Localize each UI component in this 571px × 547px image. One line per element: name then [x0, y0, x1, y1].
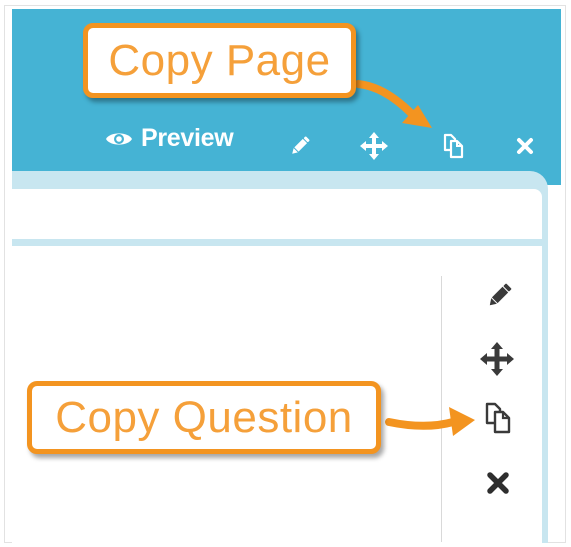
move-icon[interactable]: [360, 132, 388, 160]
move-icon[interactable]: [480, 342, 514, 376]
pencil-icon[interactable]: [484, 281, 514, 311]
copy-page-callout: Copy Page: [83, 23, 356, 98]
pencil-icon[interactable]: [288, 134, 312, 158]
callout-arrow-copy-page: [354, 80, 432, 128]
preview-button[interactable]: Preview: [105, 124, 234, 153]
copy-question-callout: Copy Question: [27, 381, 381, 454]
preview-label: Preview: [141, 124, 234, 152]
eye-icon: [106, 132, 132, 145]
copy-question-callout-text: Copy Question: [55, 392, 353, 442]
callout-arrow-copy-question: [385, 407, 475, 436]
copy-icon[interactable]: [438, 133, 466, 159]
page-title-card: [12, 189, 542, 239]
close-icon[interactable]: [486, 471, 510, 495]
close-icon[interactable]: [516, 137, 534, 155]
copy-icon[interactable]: [480, 402, 514, 434]
copy-page-callout-text: Copy Page: [108, 35, 331, 85]
